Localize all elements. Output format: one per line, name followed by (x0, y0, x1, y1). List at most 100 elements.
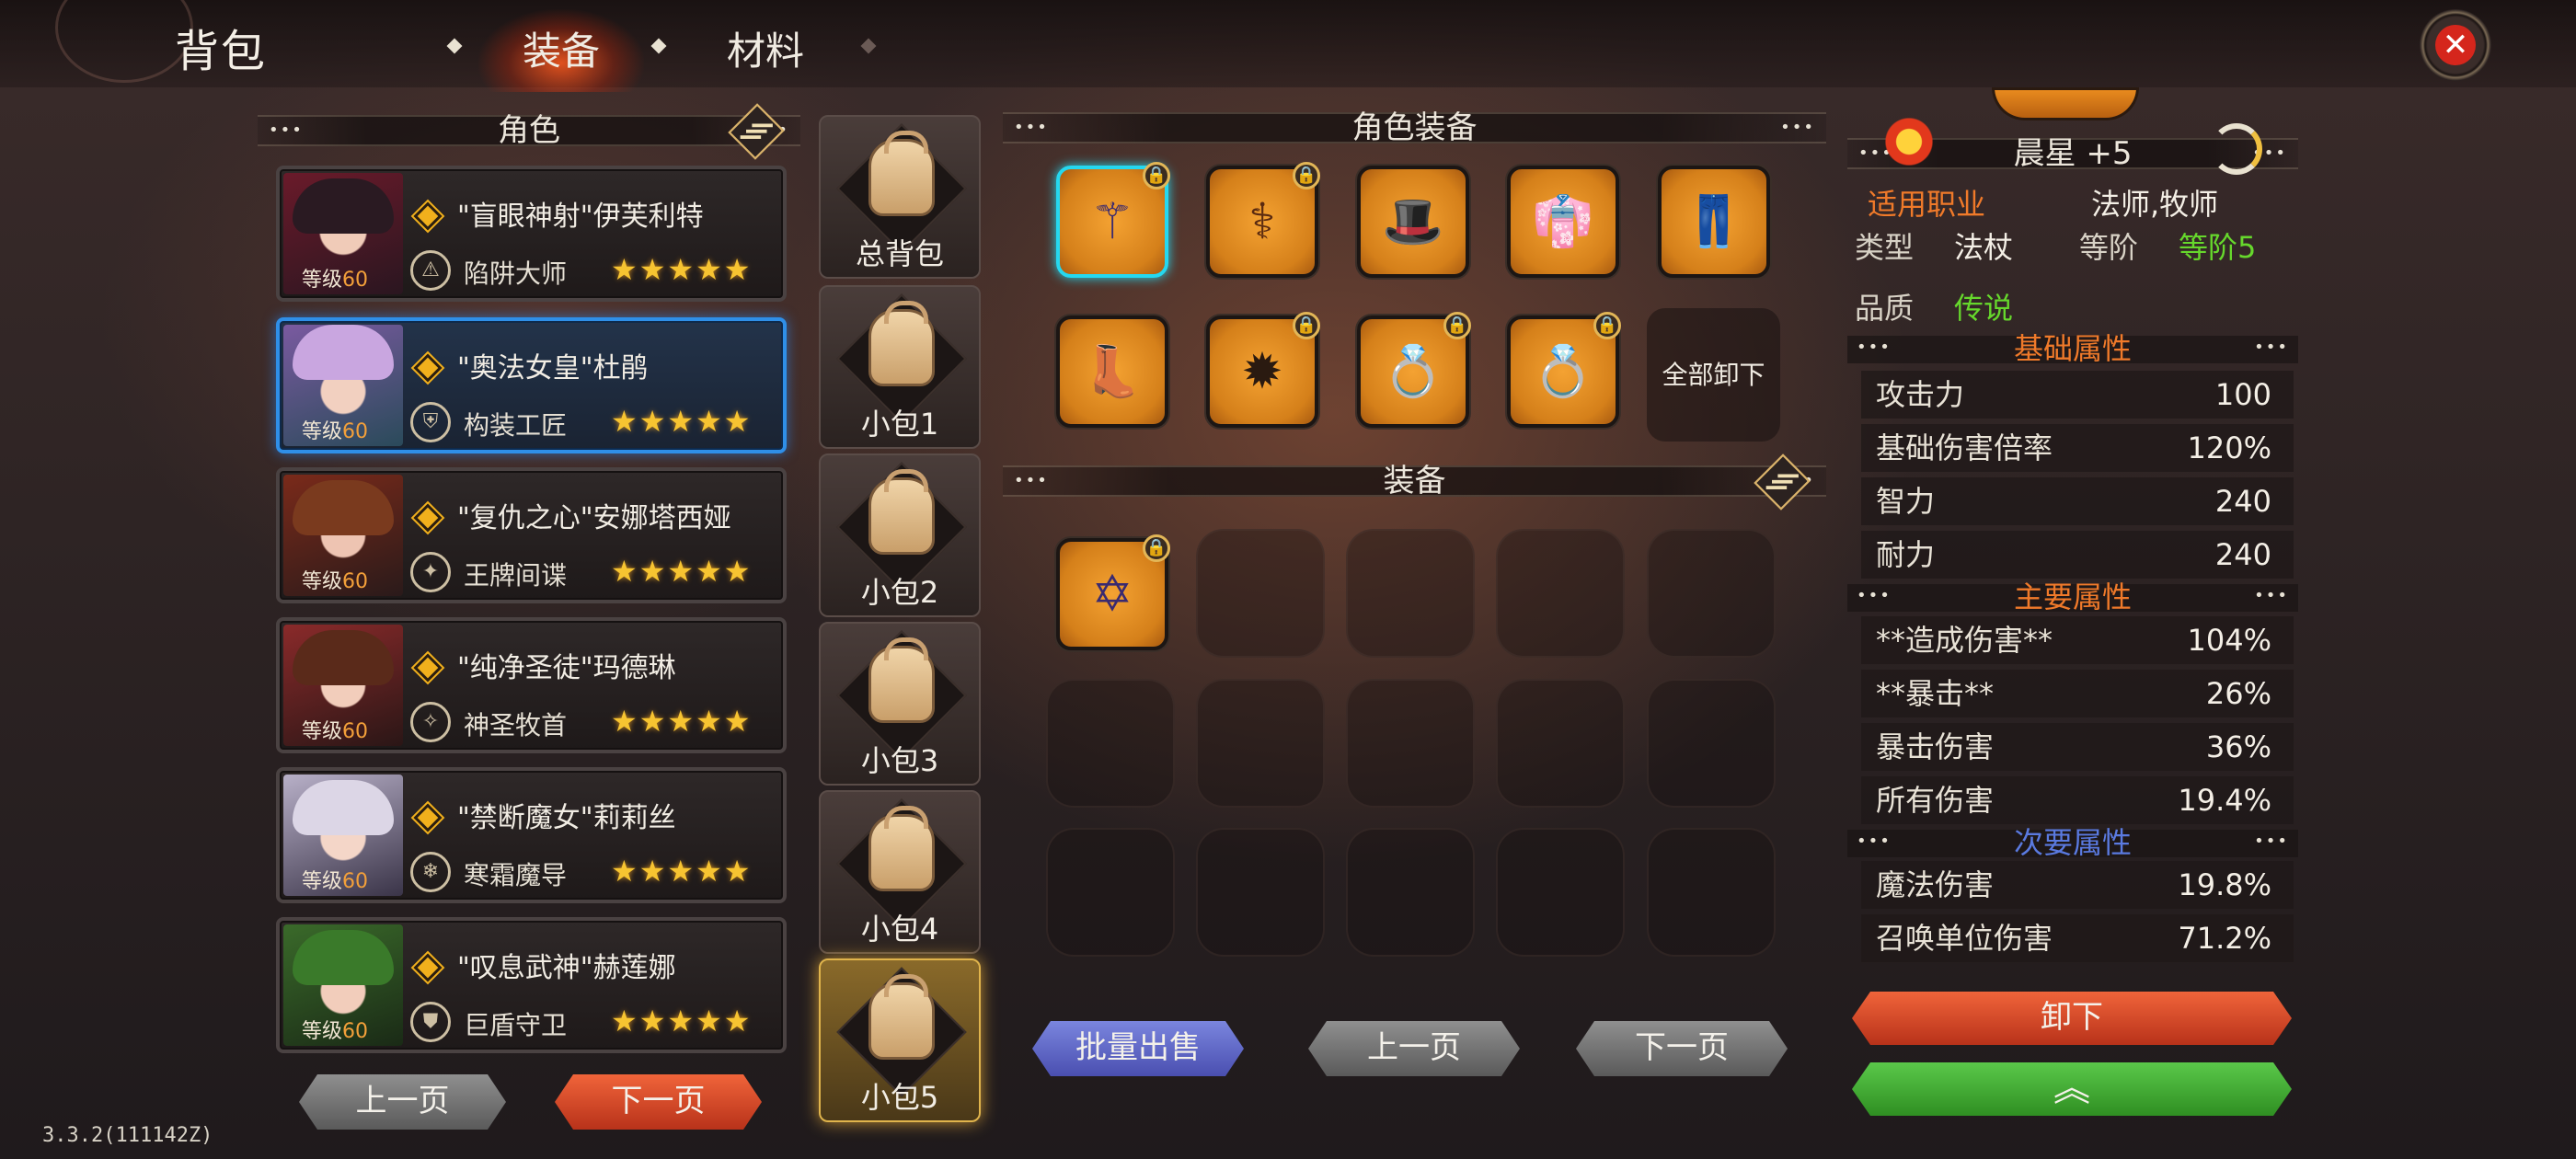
classes-label: 适用职业 (1868, 187, 1986, 222)
character-class: 陷阱大师 (464, 258, 568, 289)
empty-slot[interactable] (1496, 529, 1625, 658)
swap-icon[interactable] (2211, 123, 2262, 175)
character-name: "盲眼神射"伊芙利特 (457, 201, 704, 233)
character-card[interactable]: 等级60 "盲眼神射"伊芙利特 ⚠ 陷阱大师 ★★★★★ (276, 166, 787, 302)
character-name: "奥法女皇"杜鹃 (457, 352, 649, 384)
empty-slot[interactable] (1046, 828, 1175, 957)
unequip-all-button[interactable]: 全部卸下 (1647, 308, 1780, 442)
inventory-header: ••• 装备 ••• (1003, 453, 1826, 511)
dots-icon: ••• (1857, 338, 1892, 357)
sort-filter-icon[interactable] (728, 103, 785, 160)
star-rating: ★★★★★ (611, 704, 753, 739)
character-card[interactable]: 等级60 "复仇之心"安娜塔西娅 ✦ 王牌间谍 ★★★★★ (276, 467, 787, 603)
bag-1[interactable]: 小包1 (819, 285, 981, 449)
equip-slot-neck[interactable]: ✹ 🔒 (1206, 312, 1320, 428)
role-equipment-title: 角色装备 (1351, 109, 1478, 146)
backpack-icon (868, 469, 935, 555)
bag-2[interactable]: 小包2 (819, 453, 981, 617)
bag-4[interactable]: 小包4 (819, 790, 981, 954)
empty-slot[interactable] (1196, 529, 1325, 658)
top-bar (0, 0, 2576, 87)
equip-slot-offhand[interactable]: ⚕ 🔒 (1206, 162, 1320, 278)
construct-artisan-class-icon: ⛨ (410, 402, 451, 442)
tab-equipment[interactable]: 装备 (515, 20, 607, 76)
stat-row: **造成伤害** 104% (1861, 616, 2294, 664)
batch-sell-button[interactable]: 批量出售 (1032, 1021, 1244, 1076)
pants-icon: 👖 (1683, 192, 1745, 250)
item-preview-tab (1992, 87, 2139, 120)
bag-all[interactable]: 总背包 (819, 115, 981, 279)
bag-5-selected[interactable]: 小包5 (819, 958, 981, 1122)
lock-icon: 🔒 (1593, 312, 1621, 339)
empty-slot[interactable] (1647, 529, 1776, 658)
empty-slot[interactable] (1346, 679, 1475, 808)
empty-slot[interactable] (1647, 679, 1776, 808)
roles-next-page-button[interactable]: 下一页 (555, 1074, 762, 1130)
version-label: 3.3.2(111142Z) (42, 1124, 213, 1147)
upgrade-button[interactable]: ︽ (1852, 1062, 2292, 1116)
empty-slot[interactable] (1196, 828, 1325, 957)
roles-title: 角色 (498, 112, 560, 149)
empty-slot[interactable] (1346, 828, 1475, 957)
stat-row: 攻击力 100 (1861, 371, 2294, 419)
chevron-up-icon: ︽ (2053, 1067, 2090, 1109)
staff-icon: ⚕ (1248, 192, 1276, 250)
unequip-button[interactable]: 卸下 (1852, 992, 2292, 1045)
equip-slot-feet[interactable]: 👢 (1056, 316, 1168, 428)
stat-row: 召唤单位伤害 71.2% (1861, 914, 2294, 962)
backpack-icon (868, 131, 935, 216)
ace-spy-class-icon: ✦ (410, 552, 451, 592)
inventory-prev-page-button[interactable]: 上一页 (1308, 1021, 1520, 1076)
empty-slot[interactable] (1496, 679, 1625, 808)
empty-slot[interactable] (1196, 679, 1325, 808)
bag-label: 小包3 (860, 743, 939, 778)
secondary-stats-title: 次要属性 (2013, 825, 2132, 860)
empty-slot[interactable] (1346, 529, 1475, 658)
tab-materials[interactable]: 材料 (727, 20, 804, 76)
character-level: 等级60 (302, 1020, 369, 1043)
bag-3[interactable]: 小包3 (819, 622, 981, 786)
empty-slot[interactable] (1046, 679, 1175, 808)
ring-icon: 💍 (1382, 342, 1444, 400)
lock-icon: 🔒 (1143, 534, 1170, 562)
hexagram-gem-icon: ✡ (1091, 565, 1133, 623)
equip-slot-legs[interactable]: 👖 (1658, 166, 1770, 278)
equip-slot-head[interactable]: 🎩 (1357, 166, 1469, 278)
type-label: 类型 (1855, 230, 1915, 265)
character-avatar: 等级60 (283, 475, 403, 596)
equip-slot-weapon[interactable]: ⚚ 🔒 (1056, 162, 1170, 278)
frost-magus-class-icon: ❄ (410, 852, 451, 892)
character-card-selected[interactable]: 等级60 "奥法女皇"杜鹃 ⛨ 构装工匠 ★★★★★ (276, 317, 787, 453)
character-level: 等级60 (302, 570, 369, 593)
dots-icon: ••• (1014, 118, 1049, 137)
close-button[interactable]: ✕ (2420, 9, 2491, 81)
rarity-gem-icon (413, 803, 443, 832)
sort-filter-icon[interactable] (1754, 453, 1811, 511)
trap-master-class-icon: ⚠ (410, 250, 451, 291)
equip-slot-ring-1[interactable]: 💍 🔒 (1357, 312, 1471, 428)
inventory-item[interactable]: ✡ 🔒 (1056, 534, 1170, 650)
stat-row: 所有伤害 19.4% (1861, 776, 2294, 824)
hat-icon: 🎩 (1382, 192, 1444, 250)
character-avatar: 等级60 (283, 775, 403, 896)
main-stats-title: 主要属性 (2013, 580, 2132, 614)
star-rating: ★★★★★ (611, 1004, 753, 1039)
backpack-icon (868, 806, 935, 891)
character-card[interactable]: 等级60 "禁断魔女"莉莉丝 ❄ 寒霜魔导 ★★★★★ (276, 767, 787, 903)
character-class: 构装工匠 (464, 410, 568, 441)
inventory-next-page-button[interactable]: 下一页 (1576, 1021, 1788, 1076)
character-card[interactable]: 等级60 "叹息武神"赫莲娜 ⛊ 巨盾守卫 ★★★★★ (276, 917, 787, 1053)
page-title: 背包 (175, 26, 268, 77)
item-name: 晨星 +5 (2013, 135, 2133, 172)
equip-slot-ring-2[interactable]: 💍 🔒 (1507, 312, 1621, 428)
empty-slot[interactable] (1496, 828, 1625, 957)
character-card[interactable]: 等级60 "纯净圣徒"玛德琳 ✧ 神圣牧首 ★★★★★ (276, 617, 787, 753)
character-name: "叹息武神"赫莲娜 (457, 952, 676, 984)
character-level: 等级60 (302, 720, 369, 743)
roles-prev-page-button[interactable]: 上一页 (299, 1074, 506, 1130)
quality-label: 品质 (1855, 291, 1915, 326)
equip-slot-chest[interactable]: 👘 (1507, 166, 1619, 278)
rarity-gem-icon (413, 953, 443, 982)
empty-slot[interactable] (1647, 828, 1776, 957)
stat-row: 魔法伤害 19.8% (1861, 861, 2294, 909)
